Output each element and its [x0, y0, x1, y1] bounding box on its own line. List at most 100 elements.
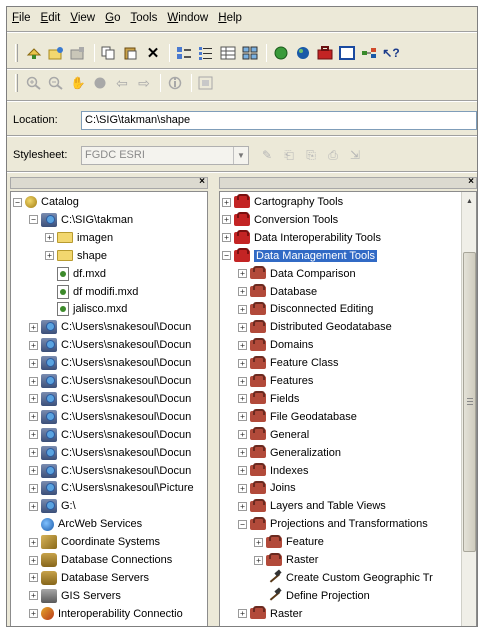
- up-one-level-icon[interactable]: [24, 43, 44, 63]
- tree-item[interactable]: + Domains: [238, 336, 313, 354]
- tree-item[interactable]: + Cartography Tools: [222, 193, 343, 211]
- expand-icon[interactable]: +: [222, 215, 231, 225]
- tree-item[interactable]: + Interoperability Connectio: [29, 605, 183, 623]
- scrollbar-thumb[interactable]: [463, 252, 476, 552]
- expand-icon[interactable]: +: [222, 233, 231, 243]
- expand-icon[interactable]: +: [29, 394, 38, 404]
- back-arrow-icon[interactable]: ⇦: [112, 73, 132, 93]
- model-builder-icon[interactable]: [359, 43, 379, 63]
- tree-item[interactable]: + GIS Servers: [29, 587, 121, 605]
- expand-icon[interactable]: +: [29, 573, 38, 583]
- import-metadata-icon[interactable]: ⎘: [301, 145, 321, 165]
- details-icon[interactable]: [218, 43, 238, 63]
- launch-arcmap-icon[interactable]: [271, 43, 291, 63]
- tree-item[interactable]: + Indexes: [238, 462, 309, 480]
- tree-item[interactable]: + Distributed Geodatabase: [238, 318, 392, 336]
- expand-icon[interactable]: +: [238, 322, 247, 332]
- expand-icon[interactable]: +: [238, 609, 247, 619]
- close-icon[interactable]: ×: [468, 176, 474, 187]
- list-icon[interactable]: [196, 43, 216, 63]
- tree-item[interactable]: + Coordinate Systems: [29, 533, 160, 551]
- collapse-icon[interactable]: −: [238, 519, 247, 529]
- expand-icon[interactable]: +: [29, 376, 38, 386]
- zoom-in-icon[interactable]: [24, 73, 44, 93]
- metadata-globe-icon[interactable]: [293, 43, 313, 63]
- toolbar-grip[interactable]: [15, 44, 18, 62]
- menu-edit[interactable]: Edit: [41, 12, 61, 24]
- thumbnails-icon[interactable]: [240, 43, 260, 63]
- toolbar-grip[interactable]: [15, 74, 18, 92]
- menu-file[interactable]: File: [12, 12, 31, 24]
- tree-item[interactable]: + shape: [45, 247, 107, 265]
- expand-icon[interactable]: +: [29, 537, 38, 547]
- tree-item[interactable]: − Projections and Transformations: [238, 515, 428, 533]
- tree-item[interactable]: + G:\: [29, 497, 76, 515]
- tree-item[interactable]: Create Custom Geographic Tr: [254, 569, 433, 587]
- tree-item[interactable]: + C:\Users\snakesoul\Docun: [29, 318, 191, 336]
- tree-item[interactable]: + Fields: [238, 390, 299, 408]
- expand-icon[interactable]: +: [29, 466, 38, 475]
- vertical-scrollbar[interactable]: ▲: [461, 192, 476, 626]
- disconnect-folder-icon[interactable]: [68, 43, 88, 63]
- arctoolbox-icon[interactable]: [315, 43, 335, 63]
- tree-item[interactable]: + C:\Users\snakesoul\Picture: [29, 479, 194, 497]
- tree-item[interactable]: df.mxd: [45, 265, 106, 283]
- delete-icon[interactable]: ✕: [143, 43, 163, 63]
- tree-item[interactable]: + Data Interoperability Tools: [222, 229, 381, 247]
- tree-item[interactable]: + C:\Users\snakesoul\Docun: [29, 444, 191, 462]
- expand-icon[interactable]: +: [238, 287, 247, 296]
- expand-icon[interactable]: +: [238, 376, 247, 386]
- connect-folder-icon[interactable]: [46, 43, 66, 63]
- full-extent-icon[interactable]: [90, 73, 110, 93]
- tree-item[interactable]: + Database: [238, 283, 317, 301]
- expand-icon[interactable]: +: [29, 555, 38, 565]
- collapse-icon[interactable]: −: [29, 215, 38, 225]
- tree-item[interactable]: + Feature Class: [238, 354, 338, 372]
- expand-icon[interactable]: +: [254, 555, 263, 565]
- tree-item[interactable]: + Raster: [238, 605, 302, 623]
- expand-icon[interactable]: +: [238, 466, 247, 475]
- expand-icon[interactable]: +: [29, 322, 38, 332]
- location-input[interactable]: [81, 110, 477, 130]
- create-thumbnail-icon[interactable]: [196, 73, 216, 93]
- pan-icon[interactable]: ✋: [68, 73, 88, 93]
- tree-item[interactable]: + Feature: [254, 533, 324, 551]
- menu-window[interactable]: Window: [167, 12, 208, 24]
- tree-item[interactable]: + Conversion Tools: [222, 211, 338, 229]
- expand-icon[interactable]: +: [29, 609, 38, 619]
- expand-icon[interactable]: +: [238, 340, 247, 350]
- expand-icon[interactable]: +: [238, 269, 247, 279]
- scroll-up-arrow-icon[interactable]: ▲: [462, 194, 476, 208]
- expand-icon[interactable]: +: [222, 197, 231, 207]
- tree-item[interactable]: + Disconnected Editing: [238, 300, 373, 318]
- stylesheet-select[interactable]: FGDC ESRI ▼: [81, 145, 249, 165]
- menu-go[interactable]: Go: [105, 12, 120, 24]
- expand-icon[interactable]: +: [29, 340, 38, 350]
- copy-icon[interactable]: [99, 43, 119, 63]
- menu-help[interactable]: Help: [218, 12, 242, 24]
- tree-item[interactable]: + Database Servers: [29, 569, 149, 587]
- tree-item[interactable]: + Generalization: [238, 444, 341, 462]
- export-metadata-icon[interactable]: ⎙: [323, 145, 343, 165]
- expand-icon[interactable]: +: [45, 251, 54, 261]
- collapse-icon[interactable]: −: [13, 197, 22, 207]
- forward-arrow-icon[interactable]: ⇨: [134, 73, 154, 93]
- expand-icon[interactable]: +: [238, 501, 247, 511]
- update-metadata-icon[interactable]: ⇲: [345, 145, 365, 165]
- tree-item[interactable]: + Raster: [254, 551, 318, 569]
- collapse-icon[interactable]: −: [222, 251, 231, 261]
- tree-item[interactable]: ArcWeb Services: [29, 515, 142, 533]
- expand-icon[interactable]: +: [238, 483, 247, 493]
- command-line-icon[interactable]: [337, 43, 357, 63]
- whats-this-help-icon[interactable]: ↖?: [381, 43, 401, 63]
- tree-item[interactable]: − Data Management Tools: [222, 247, 378, 265]
- tree-item[interactable]: + Database Connections: [29, 551, 172, 569]
- expand-icon[interactable]: +: [45, 233, 54, 243]
- tree-item[interactable]: + C:\Users\snakesoul\Docun: [29, 462, 191, 480]
- edit-metadata-icon[interactable]: ✎: [257, 145, 277, 165]
- tree-item[interactable]: jalisco.mxd: [45, 300, 127, 318]
- tree-item[interactable]: + C:\Users\snakesoul\Docun: [29, 426, 191, 444]
- tree-item[interactable]: + C:\Users\snakesoul\Docun: [29, 408, 191, 426]
- tree-item[interactable]: − Catalog: [13, 193, 79, 211]
- chevron-down-icon[interactable]: ▼: [233, 146, 248, 164]
